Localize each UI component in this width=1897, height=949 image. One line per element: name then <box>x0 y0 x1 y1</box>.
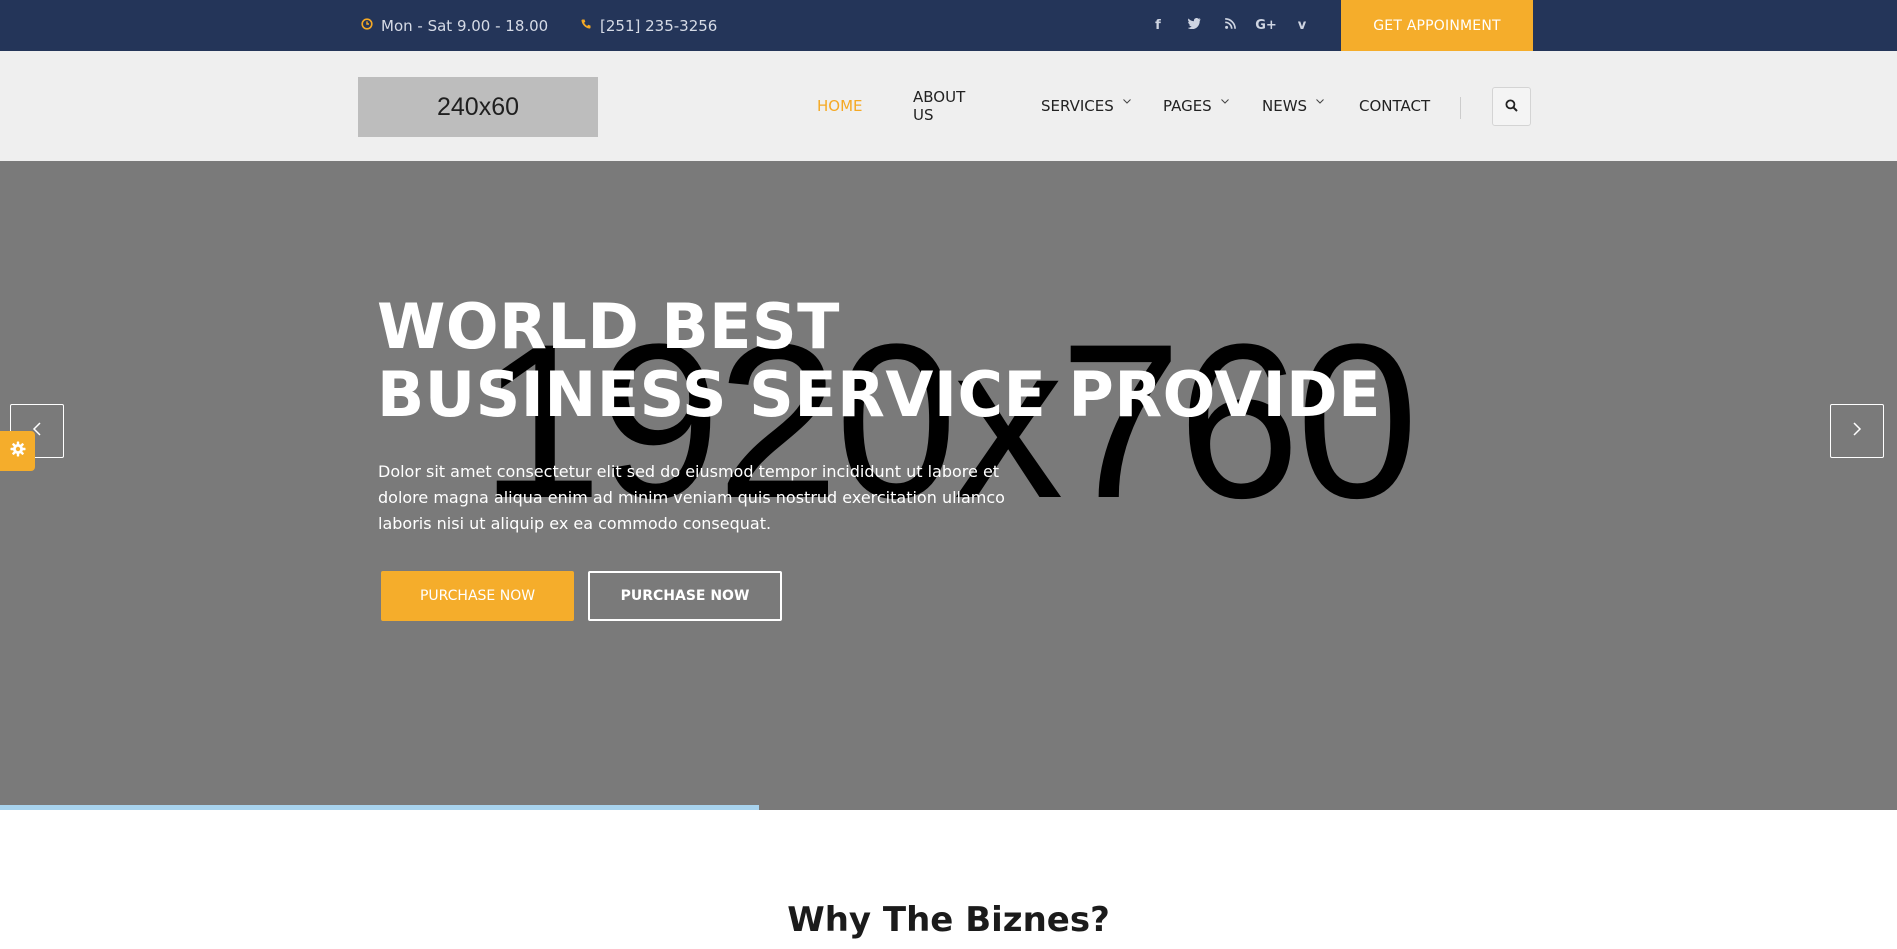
purchase-now-outline-button[interactable]: PURCHASE NOW <box>588 571 782 621</box>
nav-item-label: HOME <box>817 97 863 115</box>
phone-number[interactable]: [251] 235-3256 <box>600 17 717 35</box>
purchase-now-button[interactable]: PURCHASE NOW <box>381 571 574 621</box>
chevron-down-icon <box>1220 97 1229 107</box>
nav-item-news[interactable]: NEWS <box>1262 51 1324 161</box>
hero-title: WORLD BEST BUSINESS SERVICE PROVIDE <box>377 293 1381 429</box>
nav-item-label: ABOUT US <box>913 88 966 124</box>
rss-icon[interactable] <box>1212 18 1248 33</box>
search-icon <box>1505 97 1518 116</box>
style-switcher-toggle[interactable] <box>0 431 35 471</box>
vimeo-icon[interactable]: v <box>1284 18 1320 33</box>
slider-next-button[interactable] <box>1830 404 1884 458</box>
chevron-down-icon <box>1122 97 1131 107</box>
chevron-right-icon <box>1852 421 1862 441</box>
section-title: Why The Biznes? <box>787 900 1110 940</box>
hero-slider: 1920x760 WORLD BEST BUSINESS SERVICE PRO… <box>0 161 1897 810</box>
phone-icon <box>580 18 592 33</box>
google-plus-icon[interactable]: G+ <box>1248 18 1284 33</box>
get-appointment-button[interactable]: GET APPOINMENT <box>1341 0 1533 51</box>
slider-progress-bar <box>0 805 1897 810</box>
nav-item-services[interactable]: SERVICES <box>1041 51 1131 161</box>
twitter-icon[interactable] <box>1176 18 1212 33</box>
logo[interactable]: 240x60 <box>358 77 598 137</box>
search-button[interactable] <box>1492 87 1531 126</box>
site-header: 240x60 HOME ABOUT US SERVICES PAGES NEWS <box>0 51 1897 161</box>
hero-title-line-1: WORLD BEST <box>377 290 840 363</box>
slider-progress-fill <box>0 805 759 810</box>
phone-info: [251] 235-3256 <box>580 0 717 51</box>
facebook-icon[interactable]: f <box>1140 18 1176 33</box>
clock-icon <box>361 18 373 33</box>
nav-item-about-us[interactable]: ABOUT US <box>913 51 965 161</box>
nav-item-home[interactable]: HOME <box>817 51 863 161</box>
nav-item-label: CONTACT <box>1359 97 1431 115</box>
opening-hours-text: Mon - Sat 9.00 - 18.00 <box>381 16 549 35</box>
nav-divider <box>1460 97 1461 119</box>
nav-item-label: PAGES <box>1163 97 1212 115</box>
nav-item-label: SERVICES <box>1041 97 1114 115</box>
nav-item-contact[interactable]: CONTACT <box>1359 51 1430 161</box>
hero-title-line-2: BUSINESS SERVICE PROVIDE <box>377 358 1381 431</box>
top-bar: Mon - Sat 9.00 - 18.00 [251] 235-3256 f … <box>0 0 1897 51</box>
social-links: f G+ v <box>1140 0 1320 51</box>
gear-icon <box>10 441 26 461</box>
hero-description: Dolor sit amet consectetur elit sed do e… <box>378 462 1005 533</box>
opening-hours: Mon - Sat 9.00 - 18.00 <box>361 0 548 51</box>
nav-item-label: NEWS <box>1262 97 1308 115</box>
nav-item-pages[interactable]: PAGES <box>1163 51 1229 161</box>
chevron-down-icon <box>1316 97 1324 107</box>
